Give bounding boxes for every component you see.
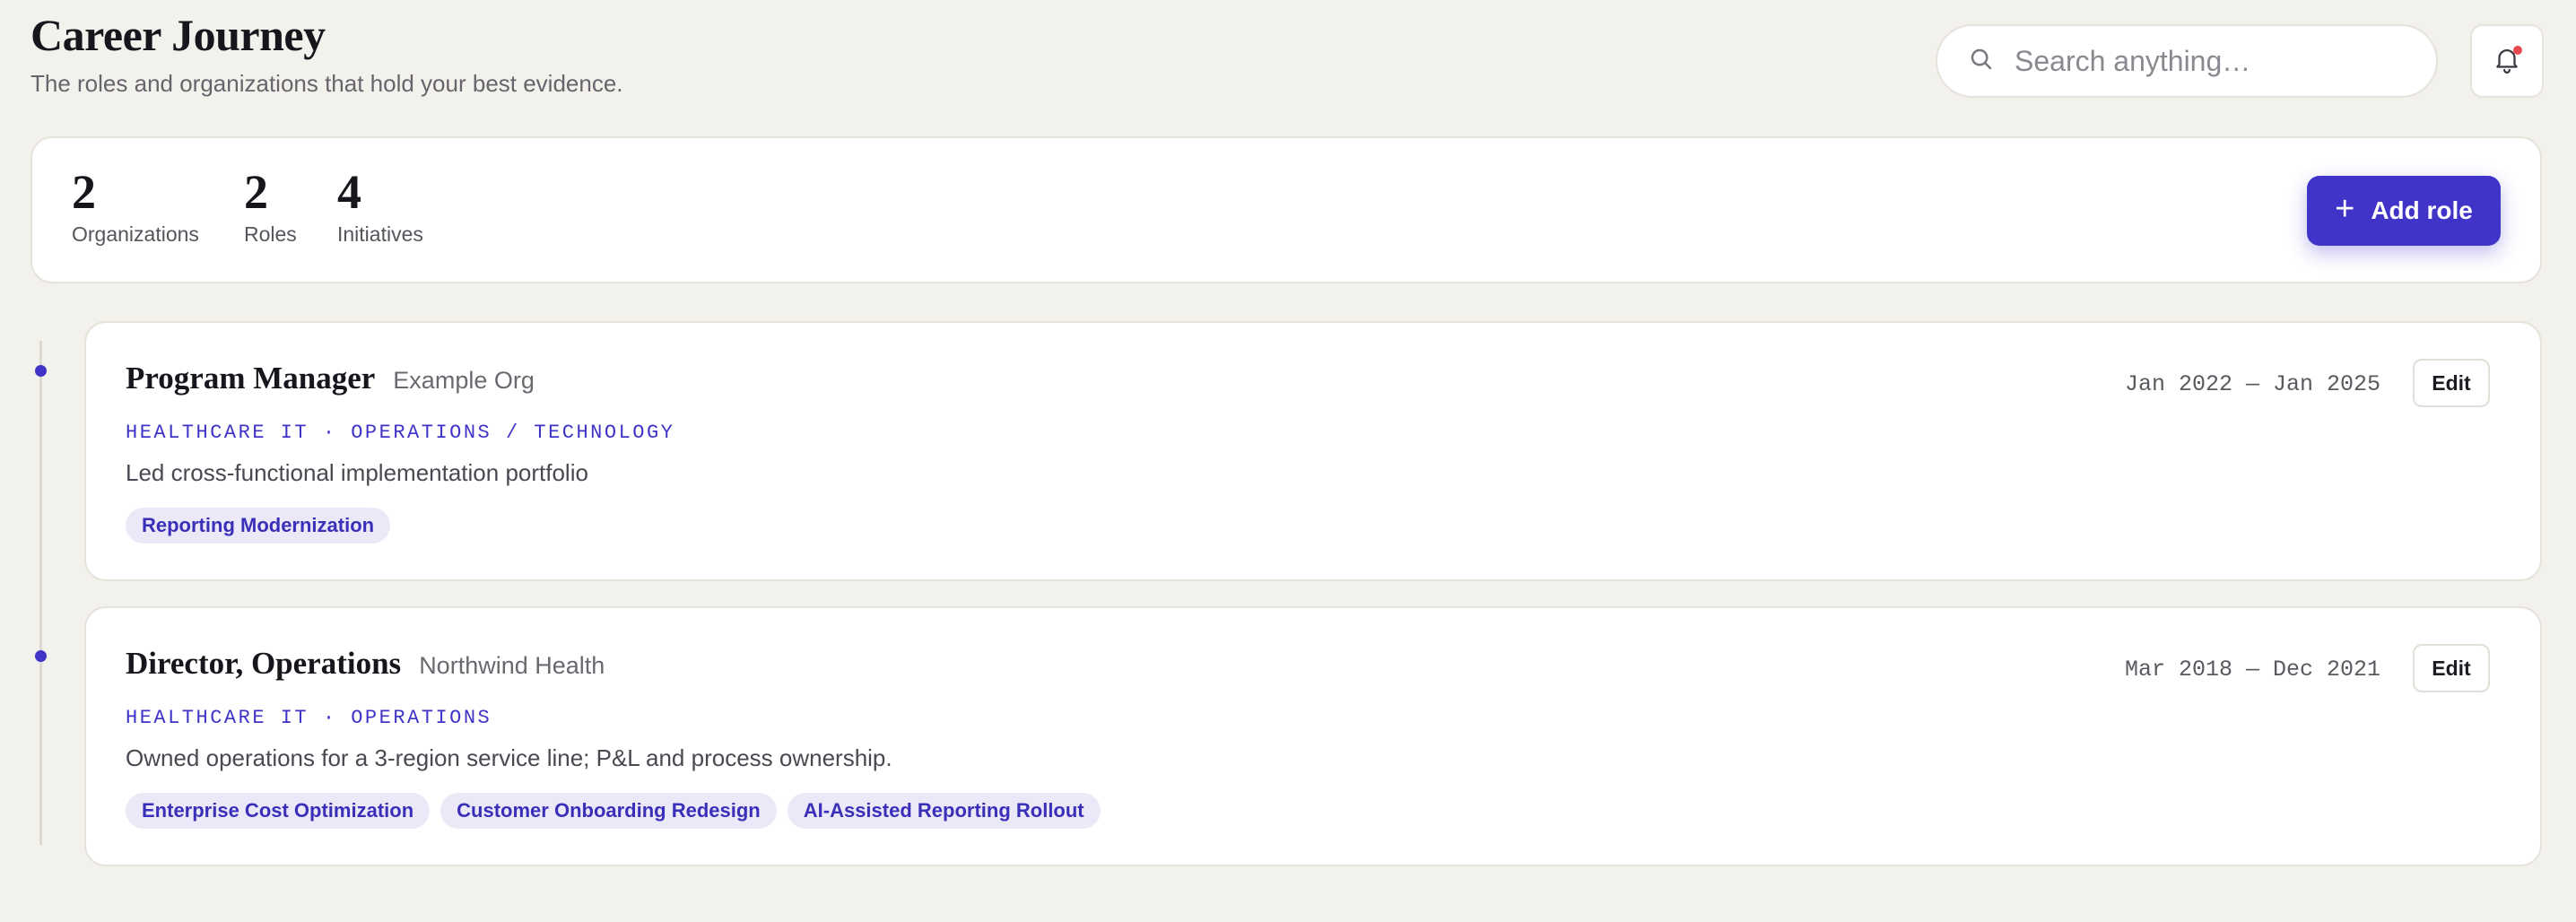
unread-indicator [2513,46,2522,55]
search-input[interactable] [2015,44,2427,78]
search-bar[interactable] [1936,24,2438,98]
add-role-button[interactable]: + Add role [2307,176,2501,246]
role-title: Program Manager [126,361,376,396]
initiative-chip[interactable]: Customer Onboarding Redesign [440,793,777,829]
role-description: Led cross-functional implementation port… [126,459,588,486]
stat-value: 2 [72,165,96,219]
search-icon [1968,46,1995,77]
role-description: Owned operations for a 3-region service … [126,744,892,771]
notifications-button[interactable] [2470,24,2544,98]
stat-value: 4 [337,165,361,219]
career-journey-page: Career Journey The roles and organizatio… [0,0,2576,922]
role-header: Program Manager Example Org [126,361,535,396]
role-header: Director, Operations Northwind Health [126,646,605,682]
role-title: Director, Operations [126,646,402,681]
stat-label: Roles [244,222,297,246]
initiative-chip[interactable]: Reporting Modernization [126,508,391,544]
role-organization: Northwind Health [419,652,605,679]
page-title: Career Journey [30,10,326,60]
stat-label: Organizations [72,222,199,246]
role-card-director-operations: Director, Operations Northwind Health Ma… [84,606,2542,866]
initiative-chip[interactable]: Enterprise Cost Optimization [126,793,431,829]
initiative-chip[interactable]: AI-Assisted Reporting Rollout [787,793,1101,829]
role-dates: Mar 2018 — Dec 2021 [2124,657,2380,683]
initiative-chips: Enterprise Cost Optimization Customer On… [126,793,1101,829]
stat-initiatives: 4 Initiatives [337,165,423,247]
timeline-dot [35,650,47,662]
plus-icon: + [2335,190,2355,228]
initiative-chips: Reporting Modernization [126,508,391,544]
page-subtitle: The roles and organizations that hold yo… [30,70,623,97]
stat-label: Initiatives [337,222,423,246]
add-role-label: Add role [2371,196,2473,224]
timeline-dot [35,365,47,377]
stat-organizations: 2 Organizations [72,165,199,247]
role-dates: Jan 2022 — Jan 2025 [2124,371,2380,397]
stats-card: 2 Organizations 2 Roles 4 Initiatives + … [30,136,2542,283]
stat-value: 2 [244,165,268,219]
edit-role-button[interactable]: Edit [2413,359,2490,407]
role-organization: Example Org [393,367,535,394]
role-tags: HEALTHCARE IT · OPERATIONS [126,707,492,729]
edit-role-button[interactable]: Edit [2413,644,2490,692]
stat-roles: 2 Roles [244,165,297,247]
timeline-line [39,341,42,845]
role-tags: HEALTHCARE IT · OPERATIONS / TECHNOLOGY [126,422,675,444]
role-card-program-manager: Program Manager Example Org Jan 2022 — J… [84,321,2542,581]
